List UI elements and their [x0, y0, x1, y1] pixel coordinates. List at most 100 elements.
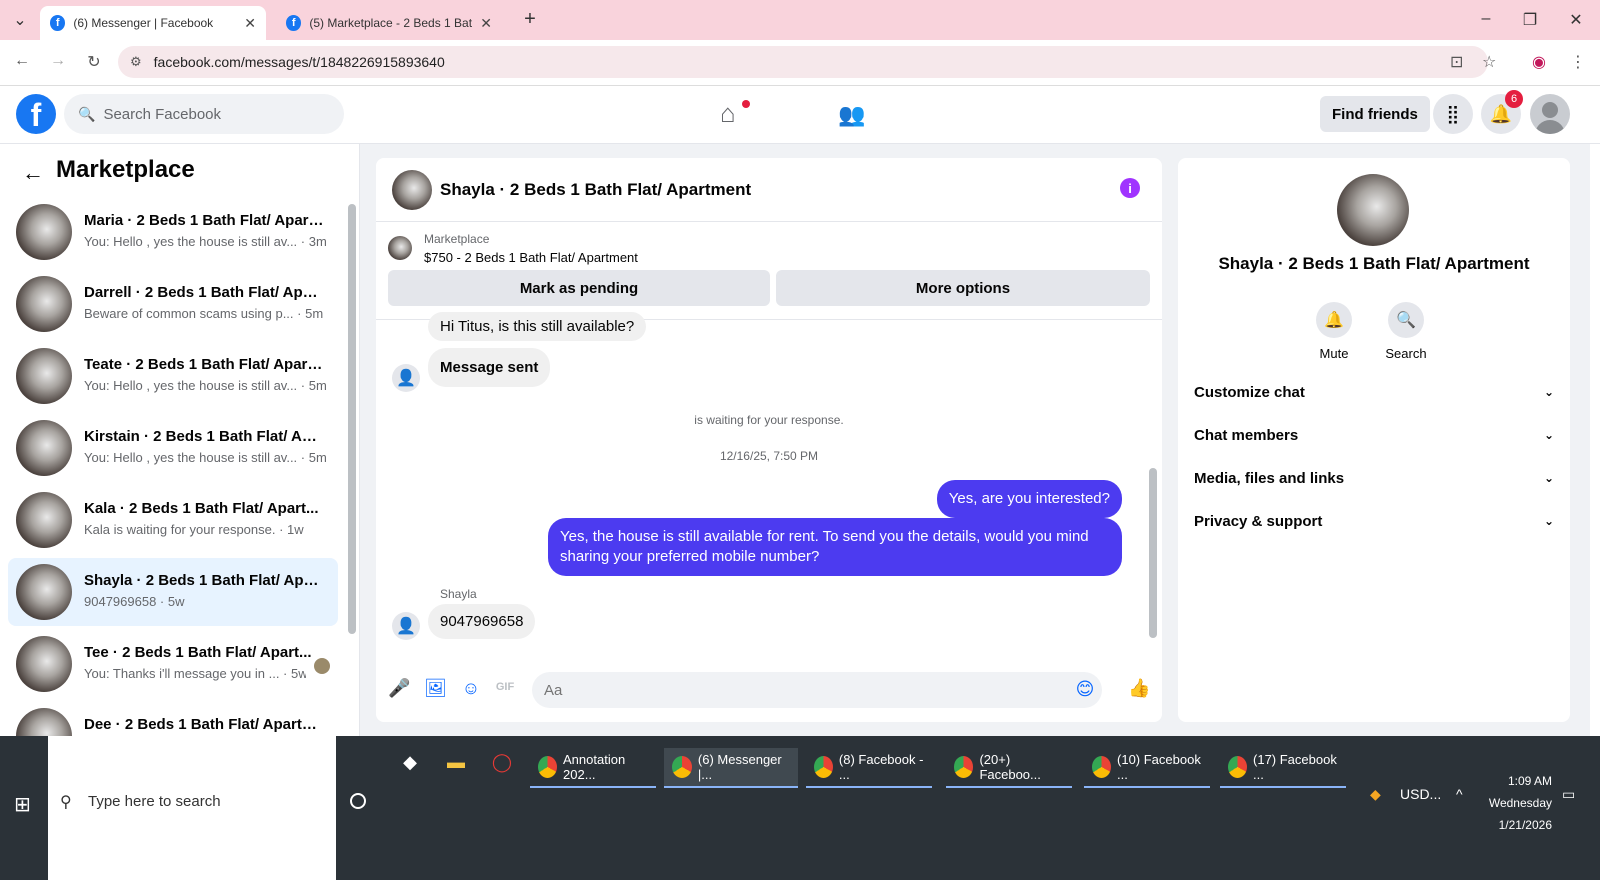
- listing-avatar[interactable]: [1337, 174, 1409, 246]
- conversation-name: Kala · 2 Beds 1 Bath Flat/ Apart...: [84, 500, 319, 517]
- emoji-icon[interactable]: 😊: [1074, 679, 1096, 701]
- file-explorer-icon[interactable]: ▬: [444, 752, 468, 776]
- taskbar-app-facebook-10[interactable]: (10) Facebook ...: [1084, 748, 1210, 788]
- facebook-logo-icon[interactable]: f: [16, 94, 56, 134]
- account-avatar[interactable]: [1530, 94, 1570, 134]
- site-info-icon[interactable]: ⚙: [130, 54, 142, 70]
- microphone-icon[interactable]: 🎤: [388, 678, 410, 700]
- conversation-item[interactable]: Maria · 2 Beds 1 Bath Flat/ Apart... You…: [8, 198, 338, 266]
- customize-chat-row[interactable]: Customize chat ⌄: [1194, 374, 1554, 410]
- address-bar-row: ← → ↻ ⚙ facebook.com/messages/t/18482269…: [0, 40, 1600, 86]
- currency-label[interactable]: USD...: [1400, 786, 1441, 802]
- mute-button[interactable]: 🔔 Mute: [1304, 302, 1364, 361]
- conversation-preview: You: Hello , yes the house is still av..…: [84, 234, 327, 249]
- home-notification-dot: [742, 100, 750, 108]
- chat-members-row[interactable]: Chat members ⌄: [1194, 417, 1554, 453]
- sidebar-scrollbar[interactable]: [348, 204, 356, 634]
- page-scrollbar[interactable]: [1590, 144, 1600, 736]
- chrome-icon: [814, 756, 833, 778]
- back-icon[interactable]: ←: [12, 52, 32, 70]
- taskbar-app-facebook-17[interactable]: (17) Facebook ...: [1220, 748, 1346, 788]
- url-text: facebook.com/messages/t/1848226915893640: [153, 54, 445, 70]
- conversation-name: Tee · 2 Beds 1 Bath Flat/ Apart...: [84, 644, 312, 661]
- taskbar-app-messenger[interactable]: (6) Messenger |...: [664, 748, 798, 788]
- url-field[interactable]: ⚙ facebook.com/messages/t/18482269158936…: [118, 46, 1488, 78]
- conversation-name: Darrell · 2 Beds 1 Bath Flat/ Apar...: [84, 284, 324, 301]
- photo-icon[interactable]: 🖼: [424, 678, 447, 700]
- bell-icon: 🔔: [1316, 302, 1352, 338]
- message-bubble-outgoing: Yes, the house is still available for re…: [548, 518, 1122, 576]
- profile-icon[interactable]: ◉: [1532, 52, 1546, 72]
- conversation-preview: Beware of common scams using p... · 5m: [84, 306, 324, 321]
- row-label: Chat members: [1194, 426, 1299, 444]
- bookmark-star-icon[interactable]: ☆: [1482, 52, 1496, 72]
- windows-start-icon[interactable]: ⊞: [14, 792, 31, 817]
- privacy-support-row[interactable]: Privacy & support ⌄: [1194, 503, 1554, 539]
- restore-icon[interactable]: ❐: [1520, 10, 1540, 30]
- notification-center-icon[interactable]: ▭: [1562, 786, 1575, 803]
- tab-marketplace[interactable]: f (5) Marketplace - 2 Beds 1 Bath ✕: [276, 6, 502, 40]
- opera-icon[interactable]: ◯: [490, 752, 514, 776]
- info-icon[interactable]: i: [1120, 178, 1140, 198]
- task-view-icon[interactable]: [350, 793, 366, 809]
- minimize-icon[interactable]: –: [1476, 10, 1496, 28]
- message-bubble-incoming: Hi Titus, is this still available?: [428, 312, 647, 341]
- chrome-icon: [1092, 756, 1112, 778]
- conversation-item[interactable]: Tee · 2 Beds 1 Bath Flat/ Apart... You: …: [8, 630, 338, 698]
- chat-scrollbar[interactable]: [1149, 468, 1157, 638]
- conversation-item[interactable]: Kala · 2 Beds 1 Bath Flat/ Apart... Kala…: [8, 486, 338, 554]
- row-label: Privacy & support: [1194, 512, 1323, 530]
- taskbar-app-annotation[interactable]: Annotation 202...: [530, 748, 656, 788]
- more-options-button[interactable]: More options: [776, 270, 1150, 306]
- marketplace-label: Marketplace: [424, 232, 490, 246]
- gif-icon[interactable]: GIF: [494, 681, 516, 703]
- tab-messenger[interactable]: f (6) Messenger | Facebook ✕: [40, 6, 266, 40]
- media-files-links-row[interactable]: Media, files and links ⌄: [1194, 460, 1554, 496]
- menu-dots-icon[interactable]: ⋮: [1570, 52, 1586, 72]
- new-tab-icon[interactable]: +: [520, 8, 540, 31]
- clock-date: 1/21/2026: [1498, 818, 1552, 832]
- conversation-item[interactable]: Kirstain · 2 Beds 1 Bath Flat/ Apa... Yo…: [8, 414, 338, 482]
- tab-title: (6) Messenger | Facebook: [73, 16, 214, 30]
- chat-title[interactable]: Shayla · 2 Beds 1 Bath Flat/ Apartment: [440, 180, 751, 200]
- taskbar-app-facebook-20[interactable]: (20+) Faceboo...: [946, 748, 1072, 788]
- conversation-item[interactable]: Dee · 2 Beds 1 Bath Flat/ Apartm...: [8, 702, 338, 736]
- listing-price-title[interactable]: $750 - 2 Beds 1 Bath Flat/ Apartment: [424, 250, 638, 265]
- conversation-item[interactable]: Teate · 2 Beds 1 Bath Flat/ Apart... You…: [8, 342, 338, 410]
- menu-grid-icon[interactable]: ⣿: [1433, 94, 1473, 134]
- home-icon[interactable]: ⌂: [720, 98, 736, 129]
- install-app-icon[interactable]: ⊡: [1450, 52, 1463, 72]
- listing-thumbnail[interactable]: [388, 236, 412, 260]
- back-arrow-icon[interactable]: ←: [22, 160, 44, 186]
- close-window-icon[interactable]: ✕: [1566, 10, 1586, 30]
- listing-thumbnail: [16, 492, 72, 548]
- reload-icon[interactable]: ↻: [84, 52, 104, 72]
- clock-time: 1:09 AM: [1507, 774, 1552, 788]
- close-tab-icon[interactable]: ✕: [244, 15, 256, 32]
- message-bubble-incoming: Message sent: [428, 348, 551, 387]
- like-thumb-icon[interactable]: 👍: [1128, 678, 1150, 700]
- taskbar-app-facebook-8[interactable]: (8) Facebook - ...: [806, 748, 932, 788]
- mark-as-pending-button[interactable]: Mark as pending: [388, 270, 770, 306]
- message-input[interactable]: [532, 672, 1102, 708]
- friends-icon[interactable]: 👥: [838, 102, 865, 128]
- taskbar-search-box[interactable]: ⚲ Type here to search: [48, 736, 336, 880]
- search-label: Search: [1385, 346, 1427, 361]
- info-title: Shayla · 2 Beds 1 Bath Flat/ Apartment: [1218, 254, 1530, 273]
- facebook-search-input[interactable]: 🔍 Search Facebook: [64, 94, 344, 134]
- chat-panel: Shayla · 2 Beds 1 Bath Flat/ Apartment i…: [376, 158, 1162, 722]
- search-button[interactable]: 🔍 Search: [1376, 302, 1436, 361]
- conversation-item-selected[interactable]: Shayla · 2 Beds 1 Bath Flat/ Apar... 904…: [8, 558, 338, 626]
- chat-avatar[interactable]: [392, 170, 432, 210]
- tab-search-chevron-icon[interactable]: ⌄: [10, 10, 30, 30]
- conversation-item[interactable]: Darrell · 2 Beds 1 Bath Flat/ Apar... Be…: [8, 270, 338, 338]
- forward-icon[interactable]: →: [48, 52, 68, 70]
- sticker-icon[interactable]: ☺: [460, 678, 482, 700]
- close-tab-icon[interactable]: ✕: [480, 15, 492, 32]
- find-friends-button[interactable]: Find friends: [1320, 96, 1430, 132]
- windows-taskbar: ⊞ ⚲ Type here to search ◆ ▬ ◯ Annotation…: [0, 736, 1600, 880]
- app-pin-icon[interactable]: ◆: [398, 752, 422, 776]
- system-clock[interactable]: 1:09 AM Wednesday 1/21/2026: [1460, 770, 1552, 836]
- chevron-down-icon: ⌄: [1543, 428, 1554, 442]
- sidebar-title: Marketplace: [56, 156, 195, 183]
